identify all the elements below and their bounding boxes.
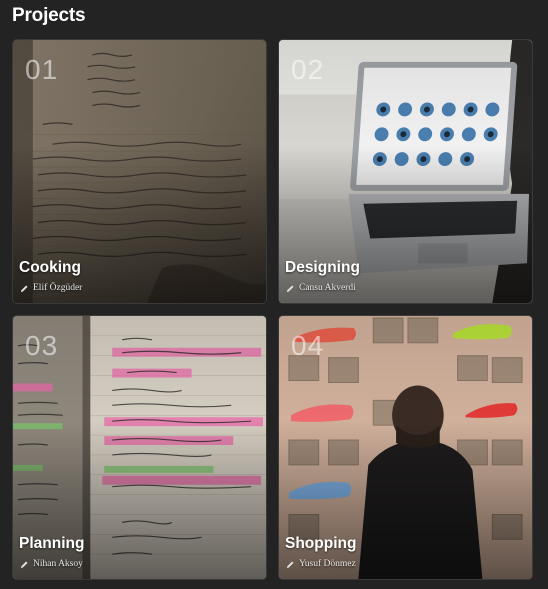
project-author: Yusuf Dönmez <box>286 559 356 569</box>
pencil-icon <box>20 284 28 292</box>
project-card-designing[interactable]: 02 Designing Cansu Akverdi <box>278 39 533 304</box>
project-number: 04 <box>291 330 325 361</box>
author-name: Nihan Aksoy <box>33 559 83 569</box>
project-number: 02 <box>291 54 325 85</box>
project-author: Elif Özgüder <box>20 283 82 293</box>
pencil-icon <box>286 560 294 568</box>
project-number: 01 <box>25 54 59 85</box>
project-number: 03 <box>25 330 59 361</box>
pencil-icon <box>20 560 28 568</box>
author-name: Yusuf Dönmez <box>299 559 356 569</box>
project-author: Cansu Akverdi <box>286 283 356 293</box>
pencil-icon <box>286 284 294 292</box>
project-author: Nihan Aksoy <box>20 559 83 569</box>
page-title: Projects <box>12 5 86 26</box>
project-card-cooking[interactable]: 01 Cooking Elif Özgüder <box>12 39 267 304</box>
author-name: Cansu Akverdi <box>299 283 356 293</box>
projects-grid: 01 Cooking Elif Özgüder 02 Designing Can… <box>12 39 534 582</box>
project-card-planning[interactable]: 03 Planning Nihan Aksoy <box>12 315 267 580</box>
project-card-shopping[interactable]: 04 Shopping Yusuf Dönmez <box>278 315 533 580</box>
project-title[interactable]: Planning <box>19 535 84 553</box>
author-name: Elif Özgüder <box>33 283 83 293</box>
project-title[interactable]: Shopping <box>285 535 356 553</box>
project-title[interactable]: Designing <box>285 259 360 277</box>
project-title[interactable]: Cooking <box>19 259 81 277</box>
